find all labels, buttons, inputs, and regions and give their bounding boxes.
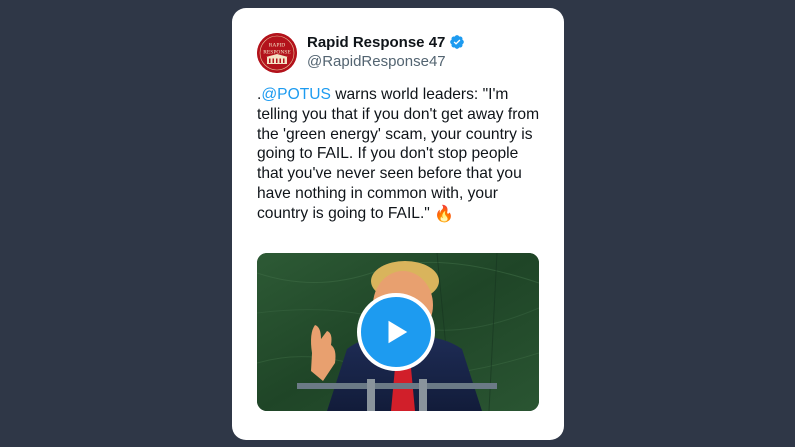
avatar-text-top: RAPID	[269, 43, 286, 49]
author-handle[interactable]: @RapidResponse47	[307, 53, 465, 70]
author-display-name[interactable]: Rapid Response 47	[307, 34, 445, 51]
avatar-logo: RAPID RESPONSE	[257, 33, 297, 73]
author-names: Rapid Response 47 @RapidResponse47	[307, 31, 465, 70]
verified-badge-icon	[450, 35, 465, 49]
video-thumbnail[interactable]	[257, 253, 539, 411]
tweet-header: RAPID RESPONSE Rapid Response 47 @RapidR…	[257, 31, 547, 75]
tweet-text-body: warns world leaders: "I'm telling you th…	[257, 86, 544, 222]
fire-emoji: 🔥	[434, 205, 455, 223]
tweet-card[interactable]: RAPID RESPONSE Rapid Response 47 @RapidR…	[232, 8, 564, 440]
mention-link[interactable]: @POTUS	[261, 86, 331, 103]
play-button[interactable]	[357, 293, 435, 371]
avatar[interactable]: RAPID RESPONSE	[257, 33, 297, 73]
tweet-text: .@POTUS warns world leaders: "I'm tellin…	[257, 85, 547, 224]
play-icon	[388, 320, 408, 344]
